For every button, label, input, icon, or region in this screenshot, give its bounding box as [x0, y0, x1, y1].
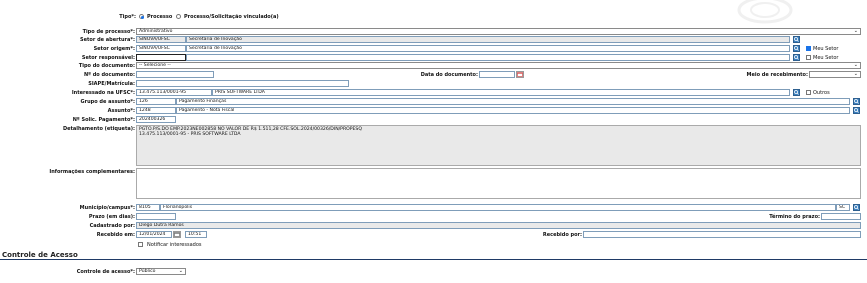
calendar-icon[interactable] — [173, 231, 181, 238]
tipo-processo-select[interactable]: Administrativo ⌄ — [136, 28, 861, 35]
meio-recebimento-label: Meio de recebimento: — [746, 72, 808, 78]
recebido-em-hora[interactable]: 10:51 — [185, 231, 207, 238]
grupo-assunto-nome[interactable]: Pagamento Finanças — [176, 98, 850, 105]
municipio-uf[interactable]: SC — [836, 204, 850, 211]
radio-processo[interactable] — [139, 14, 144, 19]
controle-acesso-value: Público — [139, 269, 156, 274]
notificar-checkbox[interactable] — [138, 242, 143, 247]
detalhamento-label: Detalhamento (etiqueta): — [62, 126, 135, 132]
tipo-processo-label: Tipo de processo*: — [82, 29, 135, 35]
num-documento-input[interactable] — [136, 71, 214, 78]
tipo-documento-label: Tipo do documento: — [78, 63, 135, 69]
prazo-input[interactable] — [136, 213, 176, 220]
radio-vinculado[interactable] — [176, 14, 181, 19]
section-title-controle-acesso: Controle de Acesso — [2, 251, 78, 259]
siape-input[interactable] — [136, 80, 349, 87]
solic-pagamento-label: Nº Solic. Pagamento*: — [72, 117, 135, 123]
search-icon[interactable] — [793, 45, 800, 52]
chevron-down-icon: ⌄ — [853, 28, 858, 34]
meu-setor-checkbox-origem[interactable] — [806, 46, 811, 51]
municipio-nome[interactable]: Florianópolis — [160, 204, 836, 211]
meio-recebimento-select[interactable]: ⌄ — [809, 71, 861, 78]
search-icon[interactable] — [853, 107, 860, 114]
controle-acesso-select[interactable]: Público ⌄ — [136, 268, 186, 275]
chevron-down-icon: ⌄ — [853, 62, 858, 68]
recebido-por-label: Recebido por: — [542, 232, 582, 238]
num-documento-label: Nº do documento: — [83, 72, 135, 78]
search-icon[interactable] — [793, 36, 800, 43]
interessado-cnpj[interactable]: 13.475.113/0001-95 — [136, 89, 212, 96]
data-documento-label: Data do documento: — [420, 72, 478, 78]
setor-abertura-label: Setor de abertura*: — [80, 37, 135, 43]
detalhamento-textarea[interactable]: PGTO.P/S.DO EMP.2023NE002858 NO VALOR DE… — [136, 125, 861, 166]
recebido-em-data[interactable]: 12/01/2024 — [136, 231, 172, 238]
watermark-logo — [735, 0, 795, 24]
detalhamento-line2: 13.475.113/0001-95 - PRIS SOFTWARE LTDA — [139, 132, 241, 137]
tipo-documento-select[interactable]: -- Selecione -- ⌄ — [136, 62, 861, 69]
setor-origem-nome[interactable]: Secretaria de Inovação — [186, 45, 790, 52]
cadastrado-por-label: Cadastrado por: — [89, 223, 135, 229]
municipio-label: Município/campus*: — [79, 205, 135, 211]
termino-prazo-label: Término do prazo: — [769, 214, 820, 220]
siape-label: SIAPE/Matrícula: — [88, 81, 135, 87]
assunto-codigo[interactable]: 1248 — [136, 107, 176, 114]
assunto-nome[interactable]: Pagamento - Nota Fiscal — [176, 107, 850, 114]
interessado-label: Interessado na UFSC*: — [71, 90, 135, 96]
meu-setor-label: Meu Setor — [813, 55, 839, 61]
meu-setor-label: Meu Setor — [813, 46, 839, 52]
recebido-em-label: Recebido em: — [96, 232, 135, 238]
setor-origem-label: Setor origem*: — [93, 46, 135, 52]
grupo-assunto-codigo[interactable]: 126 — [136, 98, 176, 105]
data-documento-input[interactable] — [479, 71, 515, 78]
municipio-codigo[interactable]: 8105 — [136, 204, 160, 211]
search-icon[interactable] — [853, 204, 860, 211]
recebido-por-input[interactable] — [583, 231, 861, 238]
radio-processo-label: Processo — [147, 14, 173, 20]
search-icon[interactable] — [793, 54, 800, 61]
info-complementares-label: Informações complementares: — [49, 169, 135, 175]
solic-pagamento-input[interactable]: 202400326 — [136, 116, 176, 123]
setor-abertura-nome: Secretaria de Inovação — [186, 36, 790, 43]
chevron-down-icon: ⌄ — [178, 268, 183, 274]
setor-origem-sigla[interactable]: SINOVA/UFSC — [136, 45, 186, 52]
prazo-label: Prazo (em dias): — [88, 214, 135, 220]
setor-responsavel-sigla[interactable] — [136, 54, 186, 61]
notificar-label: Notificar interessados — [147, 242, 202, 248]
info-complementares-textarea[interactable] — [136, 168, 861, 199]
tipo-processo-value: Administrativo — [139, 29, 173, 34]
setor-responsavel-nome[interactable] — [186, 54, 790, 61]
tipo-label: Tipo*: — [119, 14, 136, 20]
calendar-icon[interactable] — [516, 71, 524, 78]
cadastrado-por-input: Diego Dutra Ramos — [136, 222, 861, 229]
controle-acesso-label: Controle de acesso*: — [76, 269, 135, 275]
outros-checkbox[interactable] — [806, 90, 811, 95]
section-divider — [0, 259, 867, 260]
outros-label: Outros — [813, 90, 830, 96]
chevron-down-icon: ⌄ — [853, 71, 858, 77]
assunto-label: Assunto*: — [107, 108, 135, 114]
interessado-nome[interactable]: PRIS SOFTWARE LTDA — [212, 89, 790, 96]
search-icon[interactable] — [853, 98, 860, 105]
termino-prazo-input[interactable] — [821, 213, 861, 220]
tipo-documento-value: -- Selecione -- — [139, 63, 171, 68]
meu-setor-checkbox-responsavel[interactable] — [806, 55, 811, 60]
setor-abertura-sigla: SINOVA/UFSC — [136, 36, 186, 43]
radio-vinculado-label: Processo/Solicitação vinculado(a) — [184, 14, 279, 20]
setor-responsavel-label: Setor responsável: — [81, 55, 135, 61]
search-icon[interactable] — [793, 89, 800, 96]
grupo-assunto-label: Grupo de assunto*: — [80, 99, 135, 105]
